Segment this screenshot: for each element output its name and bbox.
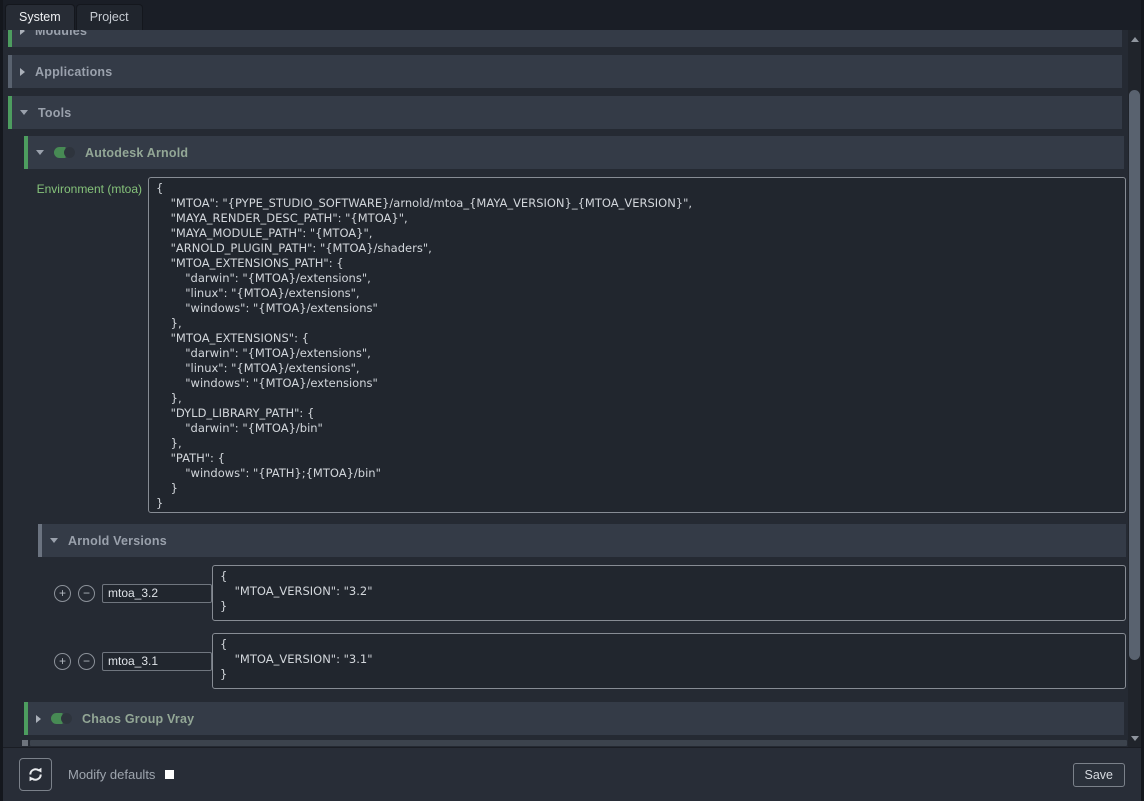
chevron-right-icon (36, 715, 41, 723)
scroll-up-button[interactable] (1128, 32, 1141, 46)
chevron-right-icon (20, 30, 25, 35)
environment-label: Environment (mtoa) (8, 177, 148, 196)
section-title: Autodesk Arnold (85, 146, 188, 160)
tab-system[interactable]: System (5, 4, 75, 30)
footer-bar: Modify defaults Save (3, 747, 1141, 801)
settings-viewport: Modules Applications Tools Autodesk Arno… (3, 30, 1128, 747)
settings-window: System Project Modules Applications Tool… (0, 0, 1144, 801)
scroll-down-button[interactable] (1128, 731, 1141, 745)
environment-json-editor[interactable]: { "MTOA": "{PYPE_STUDIO_SOFTWARE}/arnold… (148, 177, 1126, 513)
arnold-enabled-toggle[interactable] (54, 147, 75, 158)
version-row: + − { "MTOA_VERSION": "3.1" } (8, 633, 1126, 689)
tab-project[interactable]: Project (76, 4, 143, 30)
version-json-editor[interactable]: { "MTOA_VERSION": "3.1" } (212, 633, 1126, 689)
version-name-input[interactable] (102, 584, 212, 603)
remove-version-button[interactable]: − (78, 585, 95, 602)
scroll-left-button[interactable] (22, 740, 28, 746)
section-header-chaos-group-vray[interactable]: Chaos Group Vray (24, 702, 1124, 735)
tab-bar: System Project (3, 0, 1141, 30)
vray-enabled-toggle[interactable] (51, 713, 72, 724)
remove-version-button[interactable]: − (78, 653, 95, 670)
horizontal-scrollbar-thumb[interactable] (30, 740, 1127, 746)
vertical-scrollbar[interactable] (1128, 30, 1141, 747)
modify-defaults-checkbox[interactable] (165, 770, 174, 779)
section-header-arnold-versions[interactable]: Arnold Versions (38, 524, 1126, 557)
refresh-button[interactable] (19, 758, 52, 791)
section-title: Tools (38, 106, 71, 120)
section-title: Modules (35, 30, 87, 38)
scroll-up-icon (1131, 37, 1139, 42)
section-header-tools[interactable]: Tools (8, 96, 1122, 129)
chevron-down-icon (50, 538, 58, 543)
version-row: + − { "MTOA_VERSION": "3.2" } (8, 565, 1126, 621)
version-row-controls: + − (8, 633, 212, 689)
scroll-down-icon (1131, 736, 1139, 741)
environment-field-row: Environment (mtoa) { "MTOA": "{PYPE_STUD… (8, 177, 1126, 513)
section-title: Arnold Versions (68, 534, 167, 548)
section-title: Applications (35, 65, 112, 79)
version-row-controls: + − (8, 565, 212, 621)
section-header-autodesk-arnold[interactable]: Autodesk Arnold (24, 136, 1124, 169)
section-header-applications[interactable]: Applications (8, 55, 1122, 88)
version-name-input[interactable] (102, 652, 212, 671)
add-version-button[interactable]: + (54, 653, 71, 670)
chevron-down-icon (36, 150, 44, 155)
section-header-modules[interactable]: Modules (8, 30, 1122, 47)
chevron-down-icon (20, 110, 28, 115)
version-json-editor[interactable]: { "MTOA_VERSION": "3.2" } (212, 565, 1126, 621)
chevron-right-icon (20, 68, 25, 76)
section-title: Chaos Group Vray (82, 712, 194, 726)
horizontal-scrollbar[interactable] (22, 739, 1127, 746)
vertical-scrollbar-thumb[interactable] (1129, 90, 1140, 660)
modify-defaults-label: Modify defaults (68, 767, 155, 782)
save-button[interactable]: Save (1073, 763, 1126, 787)
settings-scroll-area: Modules Applications Tools Autodesk Arno… (3, 30, 1141, 747)
refresh-icon (27, 766, 44, 783)
add-version-button[interactable]: + (54, 585, 71, 602)
